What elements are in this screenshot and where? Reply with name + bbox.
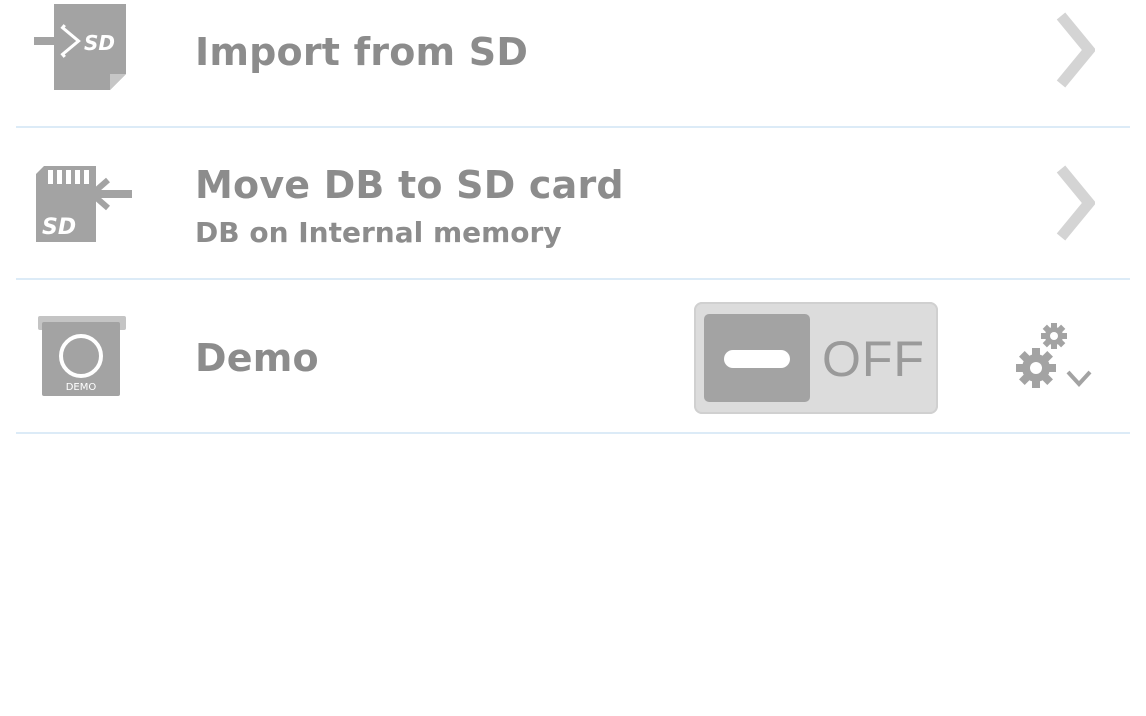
import-from-sd-icon: SD bbox=[32, 2, 130, 92]
demo-toggle-switch[interactable]: OFF bbox=[694, 302, 938, 414]
svg-text:DEMO: DEMO bbox=[66, 382, 97, 393]
demo-label: Demo bbox=[195, 336, 319, 380]
chevron-right-icon[interactable] bbox=[1055, 10, 1097, 90]
list-item-import-from-sd[interactable]: SD Import from SD bbox=[0, 0, 1146, 128]
list-item-demo: DEMO Demo bbox=[0, 280, 1146, 434]
svg-text:SD: SD bbox=[84, 31, 115, 55]
divider bbox=[16, 432, 1130, 434]
demo-db-icon: DEMO bbox=[38, 316, 126, 398]
svg-text:SD: SD bbox=[42, 215, 76, 240]
chevron-right-icon[interactable] bbox=[1055, 163, 1097, 243]
toggle-thumb[interactable] bbox=[704, 314, 810, 402]
settings-list: SD Import from SD SD Move DB to SD card … bbox=[0, 0, 1146, 434]
move-to-sd-icon: SD bbox=[34, 160, 134, 248]
toggle-state-text: OFF bbox=[822, 331, 925, 387]
move-db-to-sd-label: Move DB to SD card bbox=[195, 163, 624, 207]
db-location-status: DB on Internal memory bbox=[195, 216, 562, 249]
toggle-thumb-grip bbox=[724, 350, 790, 368]
import-from-sd-label: Import from SD bbox=[195, 30, 529, 74]
list-item-move-db-to-sd[interactable]: SD Move DB to SD card DB on Internal mem… bbox=[0, 128, 1146, 280]
settings-gear-icon[interactable] bbox=[1014, 320, 1098, 394]
